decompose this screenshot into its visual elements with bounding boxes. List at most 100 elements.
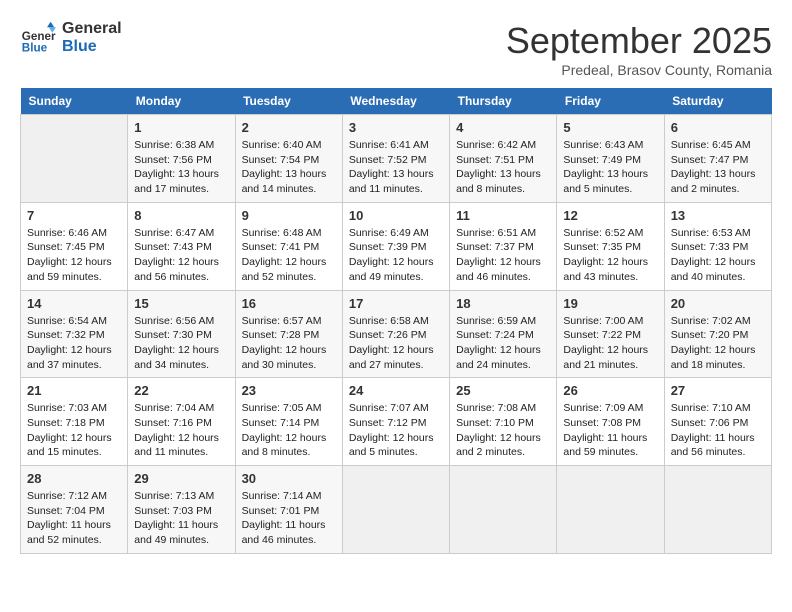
calendar-cell: 4 Sunrise: 6:42 AM Sunset: 7:51 PM Daylig… bbox=[450, 115, 557, 203]
day-info: Sunrise: 6:51 AM Sunset: 7:37 PM Dayligh… bbox=[456, 226, 550, 285]
day-info: Sunrise: 7:13 AM Sunset: 7:03 PM Dayligh… bbox=[134, 489, 228, 548]
calendar-cell: 2 Sunrise: 6:40 AM Sunset: 7:54 PM Daylig… bbox=[235, 115, 342, 203]
day-info: Sunrise: 7:12 AM Sunset: 7:04 PM Dayligh… bbox=[27, 489, 121, 548]
weekday-tuesday: Tuesday bbox=[235, 88, 342, 115]
calendar-cell: 30 Sunrise: 7:14 AM Sunset: 7:01 PM Dayli… bbox=[235, 466, 342, 554]
day-number: 30 bbox=[242, 471, 336, 486]
day-number: 6 bbox=[671, 120, 765, 135]
day-number: 2 bbox=[242, 120, 336, 135]
day-number: 25 bbox=[456, 383, 550, 398]
calendar-body: 1 Sunrise: 6:38 AM Sunset: 7:56 PM Daylig… bbox=[21, 115, 772, 554]
week-row-3: 14Sunrise: 6:54 AM Sunset: 7:32 PM Dayli… bbox=[21, 290, 772, 378]
calendar-cell: 25 Sunrise: 7:08 AM Sunset: 7:10 PM Dayli… bbox=[450, 378, 557, 466]
calendar-cell: 3Sunrise: 6:41 AM Sunset: 7:52 PM Daylig… bbox=[342, 115, 449, 203]
day-info: Sunrise: 6:56 AM Sunset: 7:30 PM Dayligh… bbox=[134, 314, 228, 373]
calendar-cell: 6 Sunrise: 6:45 AM Sunset: 7:47 PM Daylig… bbox=[664, 115, 771, 203]
weekday-wednesday: Wednesday bbox=[342, 88, 449, 115]
logo-general: General bbox=[62, 20, 122, 38]
day-number: 24 bbox=[349, 383, 443, 398]
day-info: Sunrise: 6:59 AM Sunset: 7:24 PM Dayligh… bbox=[456, 314, 550, 373]
calendar-cell: 27Sunrise: 7:10 AM Sunset: 7:06 PM Dayli… bbox=[664, 378, 771, 466]
calendar-cell: 21Sunrise: 7:03 AM Sunset: 7:18 PM Dayli… bbox=[21, 378, 128, 466]
calendar-cell bbox=[557, 466, 664, 554]
day-info: Sunrise: 7:14 AM Sunset: 7:01 PM Dayligh… bbox=[242, 489, 336, 548]
day-info: Sunrise: 6:43 AM Sunset: 7:49 PM Dayligh… bbox=[563, 138, 657, 197]
week-row-1: 1 Sunrise: 6:38 AM Sunset: 7:56 PM Daylig… bbox=[21, 115, 772, 203]
day-number: 23 bbox=[242, 383, 336, 398]
calendar-cell: 23 Sunrise: 7:05 AM Sunset: 7:14 PM Dayli… bbox=[235, 378, 342, 466]
day-number: 5 bbox=[563, 120, 657, 135]
day-info: Sunrise: 7:08 AM Sunset: 7:10 PM Dayligh… bbox=[456, 401, 550, 460]
calendar-cell: 14Sunrise: 6:54 AM Sunset: 7:32 PM Dayli… bbox=[21, 290, 128, 378]
day-number: 10 bbox=[349, 208, 443, 223]
day-number: 7 bbox=[27, 208, 121, 223]
calendar-cell: 11 Sunrise: 6:51 AM Sunset: 7:37 PM Dayli… bbox=[450, 202, 557, 290]
day-number: 16 bbox=[242, 296, 336, 311]
day-number: 15 bbox=[134, 296, 228, 311]
day-info: Sunrise: 7:10 AM Sunset: 7:06 PM Dayligh… bbox=[671, 401, 765, 460]
calendar-cell: 1 Sunrise: 6:38 AM Sunset: 7:56 PM Daylig… bbox=[128, 115, 235, 203]
week-row-4: 21Sunrise: 7:03 AM Sunset: 7:18 PM Dayli… bbox=[21, 378, 772, 466]
day-number: 29 bbox=[134, 471, 228, 486]
calendar-cell: 8 Sunrise: 6:47 AM Sunset: 7:43 PM Daylig… bbox=[128, 202, 235, 290]
calendar-cell: 7 Sunrise: 6:46 AM Sunset: 7:45 PM Daylig… bbox=[21, 202, 128, 290]
week-row-2: 7 Sunrise: 6:46 AM Sunset: 7:45 PM Daylig… bbox=[21, 202, 772, 290]
subtitle: Predeal, Brasov County, Romania bbox=[506, 62, 772, 78]
day-number: 22 bbox=[134, 383, 228, 398]
day-number: 4 bbox=[456, 120, 550, 135]
weekday-header: SundayMondayTuesdayWednesdayThursdayFrid… bbox=[21, 88, 772, 115]
day-info: Sunrise: 6:38 AM Sunset: 7:56 PM Dayligh… bbox=[134, 138, 228, 197]
calendar-cell: 26Sunrise: 7:09 AM Sunset: 7:08 PM Dayli… bbox=[557, 378, 664, 466]
day-info: Sunrise: 6:49 AM Sunset: 7:39 PM Dayligh… bbox=[349, 226, 443, 285]
day-info: Sunrise: 6:41 AM Sunset: 7:52 PM Dayligh… bbox=[349, 138, 443, 197]
day-info: Sunrise: 6:48 AM Sunset: 7:41 PM Dayligh… bbox=[242, 226, 336, 285]
day-info: Sunrise: 6:58 AM Sunset: 7:26 PM Dayligh… bbox=[349, 314, 443, 373]
day-number: 19 bbox=[563, 296, 657, 311]
title-block: September 2025 Predeal, Brasov County, R… bbox=[506, 20, 772, 78]
day-info: Sunrise: 6:52 AM Sunset: 7:35 PM Dayligh… bbox=[563, 226, 657, 285]
day-info: Sunrise: 7:04 AM Sunset: 7:16 PM Dayligh… bbox=[134, 401, 228, 460]
calendar-cell: 5 Sunrise: 6:43 AM Sunset: 7:49 PM Daylig… bbox=[557, 115, 664, 203]
svg-text:Blue: Blue bbox=[22, 42, 48, 55]
calendar-cell: 19Sunrise: 7:00 AM Sunset: 7:22 PM Dayli… bbox=[557, 290, 664, 378]
day-info: Sunrise: 6:40 AM Sunset: 7:54 PM Dayligh… bbox=[242, 138, 336, 197]
day-number: 8 bbox=[134, 208, 228, 223]
month-title: September 2025 bbox=[506, 20, 772, 62]
weekday-thursday: Thursday bbox=[450, 88, 557, 115]
day-info: Sunrise: 6:53 AM Sunset: 7:33 PM Dayligh… bbox=[671, 226, 765, 285]
day-info: Sunrise: 6:54 AM Sunset: 7:32 PM Dayligh… bbox=[27, 314, 121, 373]
day-info: Sunrise: 7:05 AM Sunset: 7:14 PM Dayligh… bbox=[242, 401, 336, 460]
calendar-cell: 28Sunrise: 7:12 AM Sunset: 7:04 PM Dayli… bbox=[21, 466, 128, 554]
calendar-cell: 10 Sunrise: 6:49 AM Sunset: 7:39 PM Dayli… bbox=[342, 202, 449, 290]
day-number: 1 bbox=[134, 120, 228, 135]
calendar-cell: 24Sunrise: 7:07 AM Sunset: 7:12 PM Dayli… bbox=[342, 378, 449, 466]
calendar-cell: 17Sunrise: 6:58 AM Sunset: 7:26 PM Dayli… bbox=[342, 290, 449, 378]
logo-blue: Blue bbox=[62, 38, 122, 56]
calendar-cell: 29 Sunrise: 7:13 AM Sunset: 7:03 PM Dayli… bbox=[128, 466, 235, 554]
week-row-5: 28Sunrise: 7:12 AM Sunset: 7:04 PM Dayli… bbox=[21, 466, 772, 554]
day-info: Sunrise: 6:46 AM Sunset: 7:45 PM Dayligh… bbox=[27, 226, 121, 285]
day-info: Sunrise: 6:47 AM Sunset: 7:43 PM Dayligh… bbox=[134, 226, 228, 285]
calendar-cell: 22 Sunrise: 7:04 AM Sunset: 7:16 PM Dayli… bbox=[128, 378, 235, 466]
day-info: Sunrise: 7:09 AM Sunset: 7:08 PM Dayligh… bbox=[563, 401, 657, 460]
weekday-friday: Friday bbox=[557, 88, 664, 115]
day-number: 9 bbox=[242, 208, 336, 223]
weekday-saturday: Saturday bbox=[664, 88, 771, 115]
logo-icon: General Blue bbox=[20, 20, 56, 56]
day-info: Sunrise: 6:42 AM Sunset: 7:51 PM Dayligh… bbox=[456, 138, 550, 197]
calendar-cell: 16 Sunrise: 6:57 AM Sunset: 7:28 PM Dayli… bbox=[235, 290, 342, 378]
calendar-cell: 12 Sunrise: 6:52 AM Sunset: 7:35 PM Dayli… bbox=[557, 202, 664, 290]
day-info: Sunrise: 6:57 AM Sunset: 7:28 PM Dayligh… bbox=[242, 314, 336, 373]
day-info: Sunrise: 6:45 AM Sunset: 7:47 PM Dayligh… bbox=[671, 138, 765, 197]
calendar-cell: 20Sunrise: 7:02 AM Sunset: 7:20 PM Dayli… bbox=[664, 290, 771, 378]
day-info: Sunrise: 7:03 AM Sunset: 7:18 PM Dayligh… bbox=[27, 401, 121, 460]
day-number: 12 bbox=[563, 208, 657, 223]
calendar-cell: 13Sunrise: 6:53 AM Sunset: 7:33 PM Dayli… bbox=[664, 202, 771, 290]
day-number: 20 bbox=[671, 296, 765, 311]
calendar-table: SundayMondayTuesdayWednesdayThursdayFrid… bbox=[20, 88, 772, 554]
day-number: 11 bbox=[456, 208, 550, 223]
weekday-monday: Monday bbox=[128, 88, 235, 115]
page-header: General Blue General Blue September 2025… bbox=[20, 20, 772, 78]
calendar-cell bbox=[664, 466, 771, 554]
calendar-cell: 9 Sunrise: 6:48 AM Sunset: 7:41 PM Daylig… bbox=[235, 202, 342, 290]
